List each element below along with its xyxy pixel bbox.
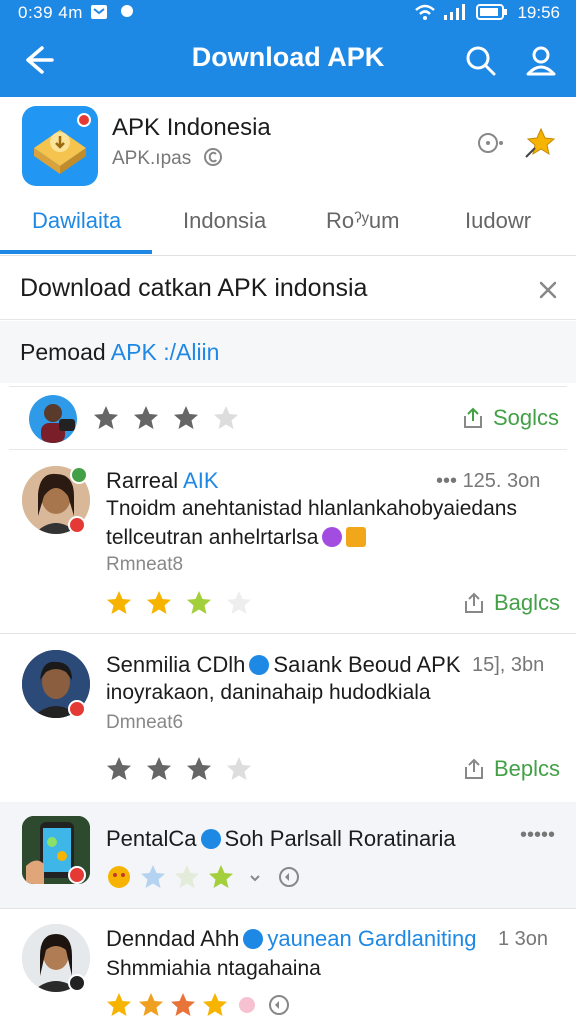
comment-subtext: Dmneat6 (106, 712, 184, 733)
star-icon[interactable] (140, 864, 166, 890)
share-icon (464, 407, 482, 428)
user-profile-icon[interactable] (522, 42, 560, 80)
status-bar: 0:39 4m 19:56 (0, 0, 576, 26)
verified-badge-icon (243, 929, 264, 949)
comment-author: Denndad Ahh yaunean Gardlaniting (106, 926, 477, 951)
reply-icon[interactable] (266, 992, 292, 1018)
tab-iudowr[interactable]: Iudowr (465, 208, 531, 234)
star-icon[interactable] (138, 992, 164, 1018)
emoji-icon[interactable] (106, 864, 132, 890)
search-icon[interactable] (462, 42, 500, 80)
download-banner: Download catkan APK indonsia (0, 258, 576, 320)
close-icon[interactable] (534, 276, 562, 304)
comment-body: inoyrakaon, daninahaip hudodkiala (106, 681, 431, 704)
app-subtitle: APK.ıpas (112, 147, 223, 170)
verified-badge-icon (200, 829, 221, 849)
comment-time: ••• 125. 3on (436, 470, 541, 492)
star-icon[interactable] (93, 405, 119, 431)
comment-time: 15], 3bn (472, 654, 545, 676)
star-empty-icon[interactable] (174, 864, 200, 890)
comment-item: PentalCa Soh Parlsall Roratinaria ••••• (0, 802, 576, 908)
app-header: 0:39 4m 19:56 Download APK (0, 0, 576, 97)
comment-author: Rarreal AIK (106, 468, 219, 493)
favorite-star-icon[interactable] (522, 126, 556, 160)
share-button[interactable]: Soglcs (461, 405, 559, 431)
record-icon (121, 5, 133, 17)
signal-icon (444, 4, 465, 20)
star-icon[interactable] (186, 756, 212, 782)
app-logo-icon (22, 106, 98, 186)
star-rating[interactable] (93, 405, 239, 431)
verified-check-icon (70, 466, 88, 484)
status-dot-icon (68, 866, 86, 884)
star-icon[interactable] (186, 590, 212, 616)
section-title: Pemoad APK :/Aliin (20, 339, 220, 365)
banner-text: Download catkan APK indonsia (20, 274, 368, 302)
star-icon[interactable] (133, 405, 159, 431)
star-icon[interactable] (170, 992, 196, 1018)
comment-author: PentalCa Soh Parlsall Roratinaria (106, 826, 456, 851)
tab-rogum[interactable]: Roˀʸum (326, 208, 399, 234)
tab-indonsia[interactable]: Indonsia (183, 208, 266, 234)
comment-body: Shmmiahia ntagahaina (106, 957, 321, 980)
emoji-icon (346, 527, 367, 547)
comment-item: Rarreal AIK ••• 125. 3on Tnoidm anehtani… (0, 452, 576, 632)
comment-time: 1 3on (498, 928, 549, 950)
reaction-row[interactable] (106, 864, 302, 890)
star-empty-icon[interactable] (226, 590, 252, 616)
more-options-icon[interactable]: ••••• (520, 824, 555, 847)
comment-item: Denndad Ahh yaunean Gardlaniting 1 3on Sh… (0, 910, 576, 1024)
status-dot-icon (68, 516, 86, 534)
copyright-icon (203, 148, 222, 166)
star-icon[interactable] (146, 756, 172, 782)
comment-item: Senmilia CDlh Saıank Beoud APK 15], 3bn i… (0, 634, 576, 800)
chevron-down-icon[interactable] (242, 864, 268, 890)
share-button[interactable]: Baglcs (462, 590, 560, 616)
info-icon[interactable] (474, 128, 504, 158)
star-rating[interactable] (106, 992, 292, 1018)
share-icon (465, 758, 483, 779)
heart-icon[interactable] (234, 992, 260, 1018)
notification-icon (91, 5, 107, 19)
user-avatar (29, 395, 77, 443)
star-icon[interactable] (202, 992, 228, 1018)
emoji-icon (322, 527, 343, 547)
share-button[interactable]: Beplcs (462, 756, 560, 782)
star-icon[interactable] (106, 992, 132, 1018)
status-dot-icon (68, 974, 86, 992)
star-icon[interactable] (146, 590, 172, 616)
status-clock: 19:56 (517, 3, 560, 22)
star-rating[interactable] (106, 756, 252, 782)
wifi-icon (415, 4, 435, 20)
rating-card: Soglcs (9, 386, 567, 450)
tab-dawilaita[interactable]: Dawilaita (32, 208, 121, 234)
star-icon[interactable] (173, 405, 199, 431)
status-time: 0:39 4m (18, 3, 83, 22)
share-icon (465, 592, 483, 613)
comment-author: Senmilia CDlh Saıank Beoud APK (106, 652, 461, 677)
star-icon[interactable] (106, 756, 132, 782)
star-icon[interactable] (208, 864, 234, 890)
divider (0, 908, 576, 909)
reply-icon[interactable] (276, 864, 302, 890)
star-empty-icon[interactable] (213, 405, 239, 431)
verified-badge-icon (249, 655, 270, 675)
app-name: APK Indonesia (112, 114, 271, 141)
star-icon[interactable] (106, 590, 132, 616)
battery-icon (476, 4, 507, 20)
comment-body: Tnoidm anehtanistad hlanlankahobyaiedans… (106, 497, 517, 549)
status-dot-icon (68, 700, 86, 718)
star-empty-icon[interactable] (226, 756, 252, 782)
tab-bar: Dawilaita Indonsia Roˀʸum Iudowr (0, 196, 576, 256)
comment-subtext: Rmneat8 (106, 554, 184, 575)
tab-indicator (0, 250, 152, 254)
star-rating[interactable] (106, 590, 252, 616)
